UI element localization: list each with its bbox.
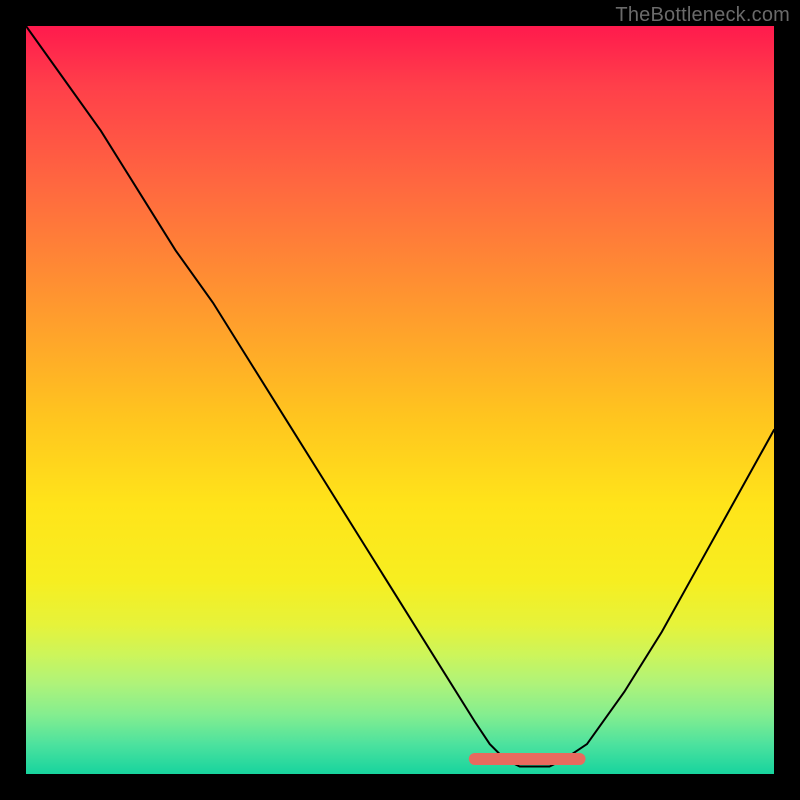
curve-layer xyxy=(26,26,774,774)
plot-area xyxy=(26,26,774,774)
chart-stage: TheBottleneck.com xyxy=(0,0,800,800)
watermark-text: TheBottleneck.com xyxy=(615,4,790,27)
bottleneck-curve xyxy=(26,26,774,767)
